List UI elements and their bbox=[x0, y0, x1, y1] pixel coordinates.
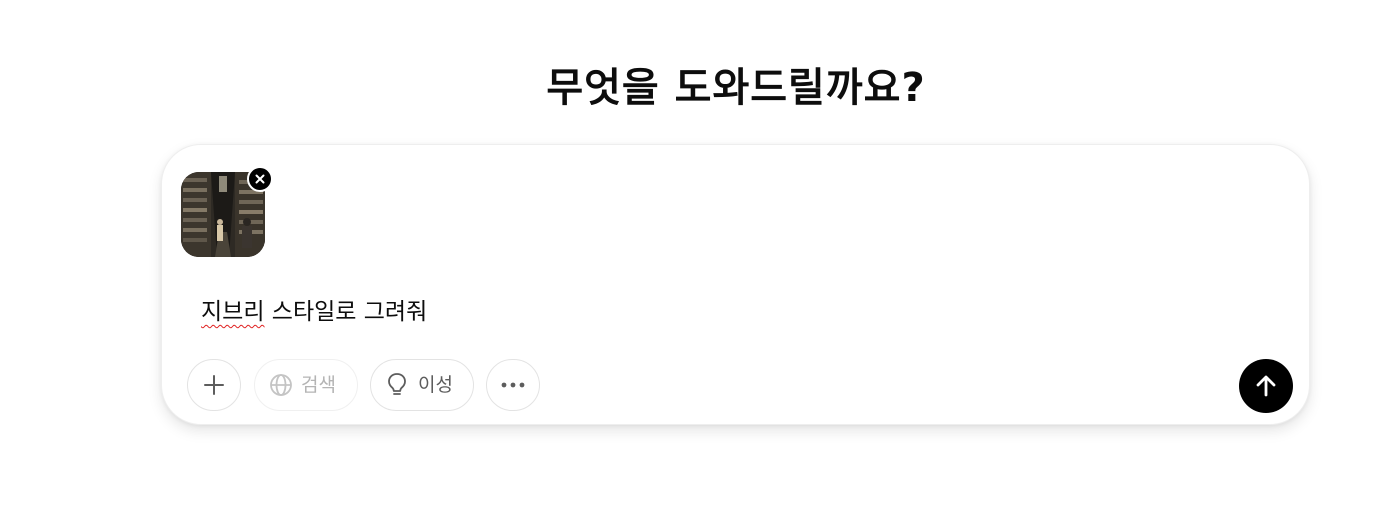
prompt-input[interactable]: 지브리 스타일로 그려줘 bbox=[201, 296, 427, 328]
globe-icon bbox=[270, 374, 292, 396]
attach-button[interactable] bbox=[187, 359, 241, 411]
search-button[interactable]: 검색 bbox=[254, 359, 358, 411]
reason-button[interactable]: 이성 bbox=[370, 359, 474, 411]
image-attachment[interactable] bbox=[181, 166, 273, 257]
prompt-composer: 지브리 스타일로 그려줘 검색 이성 bbox=[161, 144, 1310, 425]
prompt-text: 스타일로 그려줘 bbox=[264, 299, 428, 325]
more-options-button[interactable] bbox=[486, 359, 540, 411]
reason-label: 이성 bbox=[418, 374, 453, 396]
send-button[interactable] bbox=[1239, 359, 1293, 413]
plus-icon bbox=[204, 375, 224, 395]
ellipsis-icon bbox=[501, 382, 525, 388]
chat-start-page: 무엇을 도와드릴까요? 지브리 스타일로 그려줘 검색 이성 bbox=[0, 0, 1390, 523]
lightbulb-icon bbox=[388, 373, 406, 395]
page-title: 무엇을 도와드릴까요? bbox=[546, 65, 926, 111]
spellcheck-underlined-word: 지브리 bbox=[201, 299, 265, 325]
search-label: 검색 bbox=[301, 374, 336, 396]
close-icon bbox=[255, 174, 265, 184]
remove-attachment-button[interactable] bbox=[247, 166, 273, 192]
arrow-up-icon bbox=[1256, 375, 1276, 397]
